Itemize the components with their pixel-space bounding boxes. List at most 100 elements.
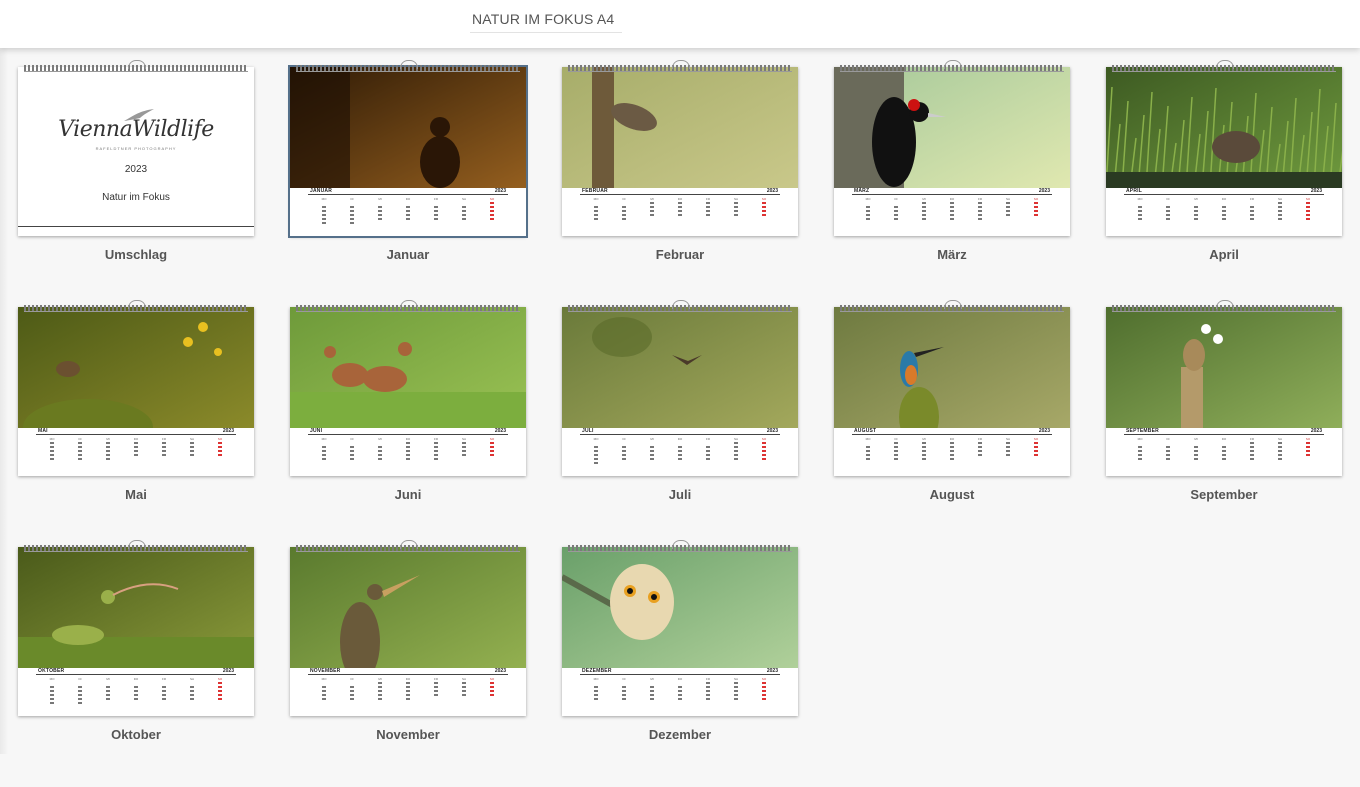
page-preview[interactable]: JULI 2023 MO DI MI DO FR SA SO	[562, 300, 798, 476]
day-mark	[1306, 442, 1310, 444]
page-thumbnail-mai[interactable]: MAI 2023 MO DI MI DO FR SA SO Mai	[18, 300, 254, 547]
day-mark	[734, 698, 738, 700]
day-mark	[978, 446, 982, 448]
photo-image	[562, 547, 798, 668]
day-mark	[1222, 214, 1226, 216]
month-header-rule	[308, 194, 508, 195]
page-preview[interactable]: MÄRZ 2023 MO DI MI DO FR SA SO	[834, 60, 1070, 236]
month-calendar-grid: DEZEMBER 2023 MO DI MI DO FR SA SO	[562, 668, 798, 716]
day-mark	[978, 202, 982, 204]
page-thumbnail-märz[interactable]: MÄRZ 2023 MO DI MI DO FR SA SO März	[834, 60, 1070, 307]
day-mark	[322, 218, 326, 220]
page-thumbnail-februar[interactable]: FEBRUAR 2023 MO DI MI DO FR SA SO Februar	[562, 60, 798, 307]
weekday-label: MI	[378, 197, 382, 201]
document-title[interactable]: NATUR IM FOKUS A4	[470, 6, 622, 33]
day-mark	[622, 686, 626, 688]
weekday-label: DI	[622, 437, 626, 441]
day-mark	[1166, 454, 1170, 456]
day-mark	[106, 458, 110, 460]
day-mark	[594, 698, 598, 700]
page-preview[interactable]: ViennaWildlife RAFELDTNER PHOTOGRAPHY 20…	[18, 60, 254, 236]
page-preview[interactable]: MAI 2023 MO DI MI DO FR SA SO	[18, 300, 254, 476]
weekday-label: MO	[321, 677, 327, 681]
day-mark	[490, 214, 494, 216]
day-mark	[1222, 454, 1226, 456]
hanger-hook-icon	[128, 540, 146, 549]
page-thumbnail-oktober[interactable]: OKTOBER 2023 MO DI MI DO FR SA SO Oktober	[18, 540, 254, 787]
day-mark	[490, 682, 494, 684]
page-preview[interactable]: APRIL 2023 MO DI MI DO FR SA SO	[1106, 60, 1342, 236]
day-mark	[762, 458, 766, 460]
month-photo	[18, 307, 254, 428]
weekday-label: SA	[1277, 437, 1282, 441]
day-mark	[490, 218, 494, 220]
day-mark	[678, 202, 682, 204]
weekday-label: MO	[593, 677, 599, 681]
page-thumbnail-dezember[interactable]: DEZEMBER 2023 MO DI MI DO FR SA SO Dezember	[562, 540, 798, 787]
day-mark	[162, 450, 166, 452]
day-mark	[1034, 442, 1038, 444]
day-mark	[894, 218, 898, 220]
page-thumbnail-juni[interactable]: JUNI 2023 MO DI MI DO FR SA SO Juni	[290, 300, 526, 547]
day-mark	[922, 214, 926, 216]
day-mark	[1250, 454, 1254, 456]
day-mark	[378, 206, 382, 208]
day-mark	[950, 206, 954, 208]
day-mark	[678, 450, 682, 452]
page-thumbnail-september[interactable]: SEPTEMBER 2023 MO DI MI DO FR SA SO September	[1106, 300, 1342, 547]
day-mark	[894, 442, 898, 444]
day-mark	[678, 690, 682, 692]
day-mark	[678, 694, 682, 696]
weekday-label: FR	[434, 197, 438, 201]
page-preview[interactable]: JUNI 2023 MO DI MI DO FR SA SO	[290, 300, 526, 476]
page-thumbnail-november[interactable]: NOVEMBER 2023 MO DI MI DO FR SA SO November	[290, 540, 526, 787]
page-thumbnail-april[interactable]: APRIL 2023 MO DI MI DO FR SA SO April	[1106, 60, 1342, 307]
day-mark	[490, 210, 494, 212]
day-mark	[734, 206, 738, 208]
day-mark	[706, 686, 710, 688]
day-mark	[134, 690, 138, 692]
page-preview[interactable]: AUGUST 2023 MO DI MI DO FR SA SO	[834, 300, 1070, 476]
weekday-label: DI	[894, 437, 898, 441]
weekday-label: MO	[865, 437, 871, 441]
day-mark	[50, 686, 54, 688]
day-mark	[978, 206, 982, 208]
day-mark	[218, 450, 222, 452]
day-mark	[978, 454, 982, 456]
day-mark	[594, 454, 598, 456]
day-mark	[734, 694, 738, 696]
photo-image	[18, 307, 254, 428]
weekday-label: SA	[733, 677, 738, 681]
day-mark	[1006, 206, 1010, 208]
month-header-rule	[580, 674, 780, 675]
page-preview[interactable]: SEPTEMBER 2023 MO DI MI DO FR SA SO	[1106, 300, 1342, 476]
day-mark	[978, 442, 982, 444]
page-preview[interactable]: DEZEMBER 2023 MO DI MI DO FR SA SO	[562, 540, 798, 716]
day-mark	[1166, 218, 1170, 220]
day-mark	[1222, 210, 1226, 212]
weekday-label: SO	[1305, 437, 1311, 441]
day-mark	[406, 214, 410, 216]
day-mark	[434, 686, 438, 688]
day-mark	[594, 214, 598, 216]
day-mark	[762, 450, 766, 452]
day-mark	[462, 218, 466, 220]
page-preview[interactable]: JANUAR 2023 MO DI MI DO FR SA SO	[288, 60, 528, 238]
page-thumbnail-cover[interactable]: ViennaWildlife RAFELDTNER PHOTOGRAPHY 20…	[18, 60, 254, 307]
page-thumbnail-august[interactable]: AUGUST 2023 MO DI MI DO FR SA SO August	[834, 300, 1070, 547]
page-preview[interactable]: OKTOBER 2023 MO DI MI DO FR SA SO	[18, 540, 254, 716]
day-mark	[706, 202, 710, 204]
weekday-label: SA	[733, 437, 738, 441]
day-mark	[622, 690, 626, 692]
page-preview[interactable]: NOVEMBER 2023 MO DI MI DO FR SA SO	[290, 540, 526, 716]
day-mark	[106, 690, 110, 692]
day-mark	[490, 454, 494, 456]
page-thumbnail-juli[interactable]: JULI 2023 MO DI MI DO FR SA SO Juli	[562, 300, 798, 547]
page-preview[interactable]: FEBRUAR 2023 MO DI MI DO FR SA SO	[562, 60, 798, 236]
day-mark	[50, 702, 54, 704]
day-mark	[762, 682, 766, 684]
page-thumbnail-januar[interactable]: JANUAR 2023 MO DI MI DO FR SA SO Januar	[288, 60, 528, 307]
day-mark	[594, 694, 598, 696]
photo-image	[562, 67, 798, 188]
day-mark	[762, 686, 766, 688]
